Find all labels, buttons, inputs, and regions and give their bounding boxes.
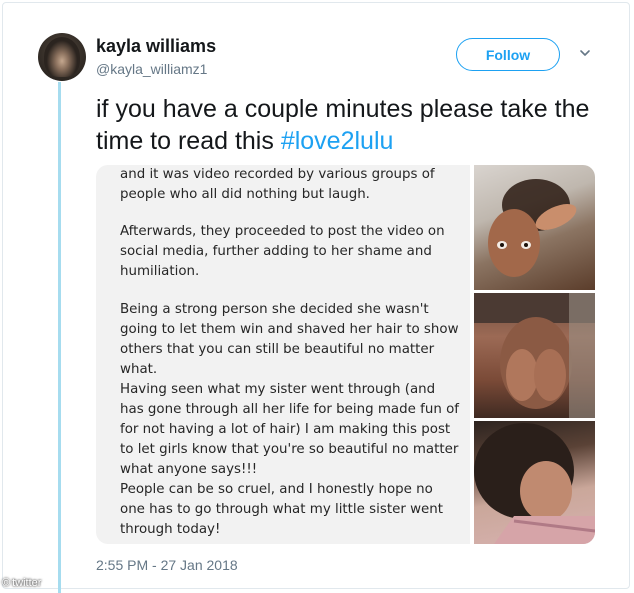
media-line: People can be so cruel, and I honestly h… [120,482,433,497]
media-paragraph: and it was video recorded by various gro… [120,165,460,205]
media-paragraph: Being a strong person she decided she wa… [120,300,460,540]
media-line: through today! [120,522,221,537]
photo-2-art [474,293,595,418]
media-photo-grid [474,165,595,544]
tweet-text: if you have a couple minutes please take… [96,93,606,157]
media-line: for not having a lot of hair) I am makin… [120,422,451,437]
photo-3-art [474,423,595,544]
media-line: what. [120,362,158,377]
media-paragraph: Afterwards, they proceeded to post the v… [120,222,460,282]
hashtag-link[interactable]: #love2lulu [281,127,394,155]
media-line: to let girls know that you're so beautif… [120,442,459,457]
media-line: has gone through all her life for being … [120,402,459,417]
follow-button[interactable]: Follow [456,38,560,71]
media-photo-3[interactable] [474,421,595,544]
user-handle[interactable]: @kayla_williamz1 [96,61,207,77]
media-line: Afterwards, they proceeded to post the v… [120,224,445,239]
media-line: Having seen what my sister went through … [120,382,436,397]
avatar-photo [44,37,80,77]
media-line: others that you can still be beautiful n… [120,342,435,357]
media-line: one has to go through what my little sis… [120,502,444,517]
media-line: social media, further adding to her sham… [120,244,432,259]
thread-connector-line [58,82,61,593]
display-name[interactable]: kayla williams [96,36,216,57]
media-photo-1[interactable] [474,165,595,290]
media-line: people who all did nothing but laugh. [120,187,370,202]
copyright-symbol: © [2,577,11,589]
media-line: humiliation. [120,264,200,279]
media-line: Being a strong person she decided she wa… [120,302,429,317]
tweet-timestamp[interactable]: 2:55 PM - 27 Jan 2018 [96,557,238,573]
media-line: what anyone says!!! [120,462,258,477]
photo-1-art [488,179,577,277]
media-line: and it was video recorded by various gro… [120,167,435,182]
avatar[interactable] [38,33,86,81]
media-photo-2[interactable] [474,293,595,418]
source-watermark: © twitter [2,577,41,589]
watermark-text: twitter [12,577,42,589]
media-text-image[interactable]: and it was video recorded by various gro… [96,165,470,544]
media-line: going to let them win and shaved her hai… [120,322,459,337]
caret-down-icon[interactable] [578,46,592,60]
